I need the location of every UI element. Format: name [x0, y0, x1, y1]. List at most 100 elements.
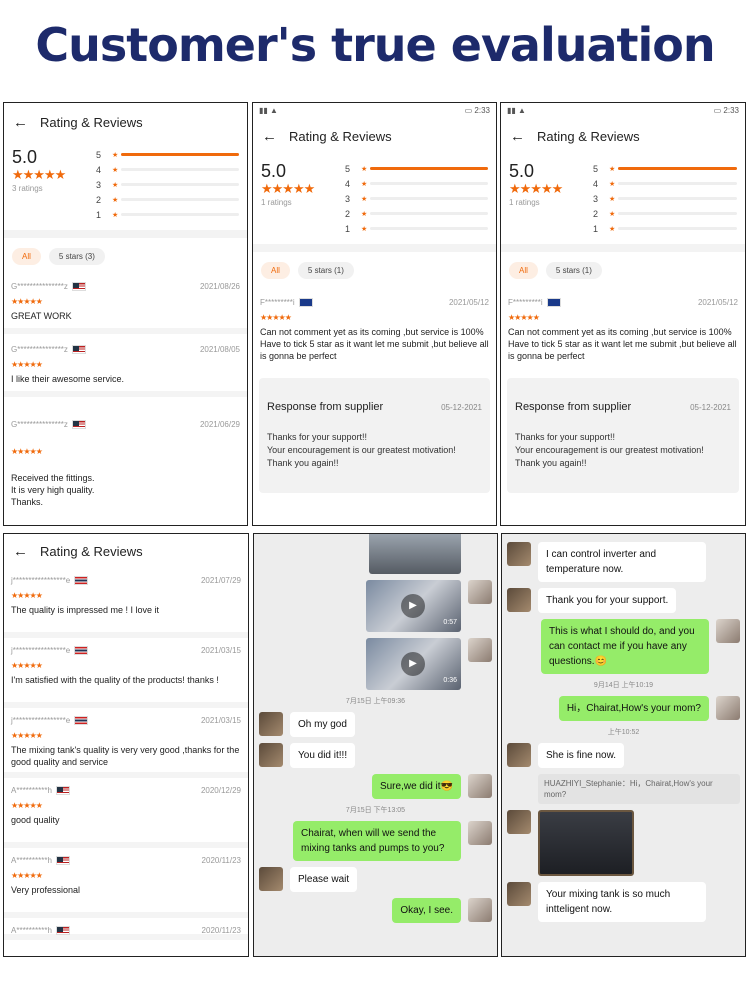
avatar: [259, 867, 283, 891]
review-item: G***************z 2021/08/26 ★★★★★ GREAT …: [4, 275, 247, 334]
back-arrow-icon[interactable]: ←: [13, 543, 28, 560]
page-headline: Customer's true evaluation: [35, 18, 715, 72]
review-text: Received the fittings. It is very high q…: [11, 473, 95, 507]
chat-message: Sure,we did it😎: [259, 774, 492, 799]
rating-bar-1: 1 ★: [345, 221, 488, 236]
reviewer-name: j*****************e: [11, 716, 71, 725]
star-icon: ★: [609, 195, 616, 203]
filter-chip-5-stars[interactable]: 5 stars (1): [545, 262, 602, 279]
star-icon: ★: [112, 181, 119, 189]
filter-chip-all[interactable]: All: [261, 262, 290, 279]
review-text: The mixing tank's quality is very very g…: [11, 745, 240, 767]
star-icon: ★: [361, 195, 368, 203]
star-icon: ★: [112, 196, 119, 204]
reviewer-name: G***************z: [11, 420, 68, 429]
back-arrow-icon[interactable]: ←: [510, 128, 525, 145]
filter-chip-5-stars[interactable]: 5 stars (3): [48, 248, 105, 265]
avatar: [507, 743, 531, 767]
average-score: 5.0: [261, 161, 287, 181]
avatar: [507, 542, 531, 566]
reviewer-name: F*********i: [260, 298, 295, 307]
us-flag-icon: [71, 282, 86, 292]
star-rating-icon: ★★★★★: [509, 181, 563, 196]
reviewer-name: G***************z: [11, 282, 68, 291]
australia-flag-icon: [546, 298, 561, 308]
filter-chip-5-stars[interactable]: 5 stars (1): [297, 262, 354, 279]
review-date: 2021/08/05: [199, 345, 240, 354]
review-text: I'm satisfied with the quality of the pr…: [11, 675, 219, 685]
avatar: [507, 588, 531, 612]
reviews-screenshot-2: ▮▮ ▲ ▭ 2:33 ← Rating & Reviews 5.0 ★★★★★ 1…: [252, 102, 497, 526]
review-date: 2021/05/12: [448, 298, 489, 307]
avatar: [468, 821, 492, 845]
star-icon: ★: [361, 180, 368, 188]
play-icon: ▶: [401, 652, 425, 676]
response-title: Response from supplier: [267, 401, 384, 413]
review-date: 2020/12/29: [200, 786, 241, 795]
status-bar: ▮▮ ▲ ▭ 2:33: [507, 105, 739, 115]
star-icon: ★: [361, 225, 368, 233]
review-item: j*****************e 2021/03/15 ★★★★★ I'm sa…: [4, 638, 248, 708]
avatar: [259, 743, 283, 767]
machine-photo: [369, 534, 461, 574]
review-item: G***************z 2021/08/05 ★★★★★ I like…: [4, 334, 247, 397]
review-text: Very professional: [11, 885, 81, 895]
response-text: Thanks for your support!! Your encourage…: [515, 432, 704, 468]
rating-bar-5: 5 ★: [345, 161, 488, 176]
review-date: 2021/08/26: [199, 282, 240, 291]
video-thumbnail[interactable]: ▶ 0:57: [366, 580, 461, 632]
star-icon: ★: [112, 166, 119, 174]
review-text: Can not comment yet as its coming ,but s…: [508, 327, 737, 361]
rating-bar-2: 2 ★: [345, 206, 488, 221]
review-date: 2020/11/23: [201, 856, 241, 865]
response-date: 05-12-2021: [441, 403, 482, 412]
review-text: Can not comment yet as its coming ,but s…: [260, 327, 489, 361]
review-item: F*********i 2021/05/12 ★★★★★ Can not comm…: [501, 289, 745, 368]
us-flag-icon: [71, 345, 86, 355]
thailand-flag-icon: [74, 646, 89, 656]
thailand-flag-icon: [74, 716, 89, 726]
review-item: F*********i 2021/05/12 ★★★★★ Can not comm…: [253, 289, 496, 368]
image-message: [507, 810, 740, 876]
filter-chip-all[interactable]: All: [12, 248, 41, 265]
avatar: [507, 810, 531, 834]
quoted-message: HUAZHIYI_Stephanie：Hi，Chairat,How's your…: [538, 774, 740, 804]
video-message: ▶ 0:36: [259, 638, 492, 690]
avatar: [716, 696, 740, 720]
star-icon: ★: [609, 180, 616, 188]
review-stars-icon: ★★★★★: [11, 447, 43, 456]
review-date: 2020/11/23: [201, 926, 241, 935]
review-stars-icon: ★★★★★: [11, 731, 43, 740]
chat-message: Please wait: [259, 867, 492, 892]
ratings-count: 3 ratings: [12, 184, 43, 193]
control-panel-photo[interactable]: [538, 810, 634, 876]
review-text: GREAT WORK: [11, 311, 72, 321]
us-flag-icon: [55, 926, 70, 936]
back-arrow-icon[interactable]: ←: [262, 128, 277, 145]
reviewer-name: A**********h: [11, 786, 52, 795]
rating-bar-5: 5 ★: [593, 161, 737, 176]
thailand-flag-icon: [74, 576, 89, 586]
average-score: 5.0: [509, 161, 535, 181]
review-text: good quality: [11, 815, 60, 825]
rating-bar-1: 1 ★: [96, 207, 239, 222]
chat-timestamp: 9月14日 上午10:19: [593, 682, 654, 689]
chat-message: Okay, I see.: [259, 898, 492, 923]
review-date: 2021/03/15: [200, 716, 241, 725]
header-title: Rating & Reviews: [537, 128, 640, 144]
reviews-screenshot-3: ▮▮ ▲ ▭ 2:33 ← Rating & Reviews 5.0 ★★★★★ 1…: [500, 102, 746, 526]
response-date: 05-12-2021: [690, 403, 731, 412]
chat-message: Thank you for your support.: [507, 588, 740, 613]
review-stars-icon: ★★★★★: [11, 297, 43, 306]
video-thumbnail[interactable]: ▶ 0:36: [366, 638, 461, 690]
rating-bar-2: 2 ★: [96, 192, 239, 207]
signal-icon: ▮▮ ▲: [259, 105, 278, 115]
play-icon: ▶: [401, 594, 425, 618]
back-arrow-icon[interactable]: ←: [13, 114, 28, 131]
star-rating-icon: ★★★★★: [12, 167, 66, 182]
avatar: [716, 619, 740, 643]
chat-message: You did it!!!: [259, 743, 492, 768]
avatar: [468, 774, 492, 798]
us-flag-icon: [55, 856, 70, 866]
filter-chip-all[interactable]: All: [509, 262, 538, 279]
